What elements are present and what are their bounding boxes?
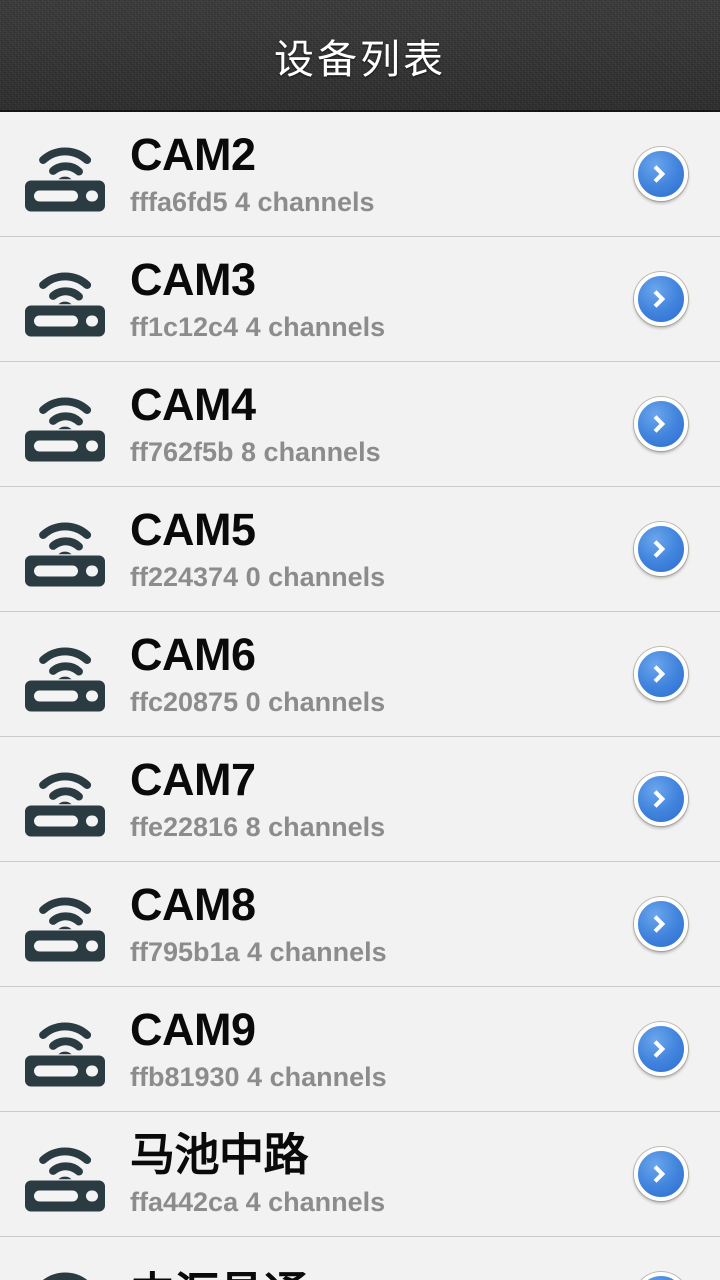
wifi-router-icon [25,647,105,712]
chevron-right-icon [653,415,666,433]
device-icon-cell [0,1261,130,1280]
device-list-screen: 设备列表 CAM2 fffa6fd5 4 channels CAM3 ff1c1… [0,0,720,1280]
device-text-cell: CAM3 ff1c12c4 4 channels [130,257,602,341]
wifi-router-icon [42,1272,88,1280]
device-arrow-cell[interactable] [602,272,720,326]
device-subtitle: ffb81930 4 channels [130,1062,387,1092]
device-text-cell: CAM8 ff795b1a 4 channels [130,882,602,966]
device-subtitle: ffe22816 8 channels [130,812,386,842]
device-subtitle: ff795b1a 4 channels [130,937,387,967]
device-name: CAM8 [130,881,256,929]
device-list-item[interactable]: CAM7 ffe22816 8 channels [0,737,720,863]
device-text-cell: 中汇昌通 [130,1271,602,1280]
device-list-item[interactable]: 中汇昌通 [0,1237,720,1280]
chevron-right-icon [653,915,666,933]
chevron-right-icon [653,540,666,558]
open-device-button[interactable] [634,772,688,826]
device-icon-cell [0,136,130,212]
open-device-button[interactable] [634,1147,688,1201]
device-icon-cell [0,1136,130,1212]
open-device-button[interactable] [634,147,688,201]
device-name: 中汇昌通 [130,1271,590,1280]
device-icon-cell [0,886,130,962]
device-arrow-cell[interactable] [602,397,720,451]
open-device-button[interactable] [634,897,688,951]
wifi-router-icon [25,1147,105,1212]
open-device-button[interactable] [634,1272,688,1280]
device-arrow-cell[interactable] [602,147,720,201]
device-name: CAM6 [130,631,256,679]
device-arrow-cell[interactable] [602,1022,720,1076]
device-icon-cell [0,386,130,462]
device-arrow-cell[interactable] [602,897,720,951]
page-title: 设备列表 [274,38,446,82]
device-list-item[interactable]: CAM8 ff795b1a 4 channels [0,862,720,988]
wifi-router-icon [25,522,105,587]
chevron-right-icon [653,790,666,808]
open-device-button[interactable] [634,1022,688,1076]
open-device-button[interactable] [634,647,688,701]
device-name: CAM7 [130,756,256,804]
wifi-router-icon [25,1022,105,1087]
device-subtitle: ff762f5b 8 channels [130,437,381,467]
device-name: CAM2 [130,131,256,179]
chevron-right-icon [653,1040,666,1058]
device-text-cell: CAM7 ffe22816 8 channels [130,757,602,841]
device-name: CAM5 [130,506,256,554]
wifi-router-icon [25,272,105,337]
device-subtitle: ff1c12c4 4 channels [130,312,386,342]
device-icon-cell [0,636,130,712]
open-device-button[interactable] [634,397,688,451]
app-title-bar: 设备列表 [0,0,720,112]
chevron-right-icon [653,665,666,683]
wifi-router-icon [25,772,105,837]
device-list-item[interactable]: CAM4 ff762f5b 8 channels [0,362,720,488]
device-list-item[interactable]: CAM5 ff224374 0 channels [0,487,720,613]
chevron-right-icon [653,1165,666,1183]
device-list-item[interactable]: 马池中路 ffa442ca 4 channels [0,1112,720,1238]
device-icon-cell [0,511,130,587]
device-text-cell: CAM2 fffa6fd5 4 channels [130,132,602,216]
device-subtitle: ffa442ca 4 channels [130,1187,386,1217]
chevron-right-icon [653,165,666,183]
device-text-cell: CAM4 ff762f5b 8 channels [130,382,602,466]
device-icon-cell [0,261,130,337]
wifi-router-icon [25,897,105,962]
device-text-cell: CAM6 ffc20875 0 channels [130,632,602,716]
device-icon-cell [0,761,130,837]
device-text-cell: 马池中路 ffa442ca 4 channels [130,1132,602,1216]
wifi-router-icon [25,397,105,462]
chevron-right-icon [653,290,666,308]
device-name: 马池中路 [130,1131,309,1179]
device-list-item[interactable]: CAM3 ff1c12c4 4 channels [0,237,720,363]
device-subtitle: fffa6fd5 4 channels [130,187,375,217]
device-name: CAM9 [130,1006,256,1054]
device-arrow-cell[interactable] [602,522,720,576]
device-list-item[interactable]: CAM9 ffb81930 4 channels [0,987,720,1113]
open-device-button[interactable] [634,272,688,326]
device-name: CAM3 [130,256,256,304]
device-icon-cell [0,1011,130,1087]
device-list-item[interactable]: CAM2 fffa6fd5 4 channels [0,112,720,238]
device-subtitle: ff224374 0 channels [130,562,386,592]
device-arrow-cell[interactable] [602,1272,720,1280]
device-arrow-cell[interactable] [602,772,720,826]
device-name: CAM4 [130,381,256,429]
device-text-cell: CAM9 ffb81930 4 channels [130,1007,602,1091]
device-text-cell: CAM5 ff224374 0 channels [130,507,602,591]
open-device-button[interactable] [634,522,688,576]
device-list[interactable]: CAM2 fffa6fd5 4 channels CAM3 ff1c12c4 4… [0,112,720,1280]
device-arrow-cell[interactable] [602,647,720,701]
device-list-item[interactable]: CAM6 ffc20875 0 channels [0,612,720,738]
wifi-router-icon [25,147,105,212]
device-subtitle: ffc20875 0 channels [130,687,386,717]
device-arrow-cell[interactable] [602,1147,720,1201]
